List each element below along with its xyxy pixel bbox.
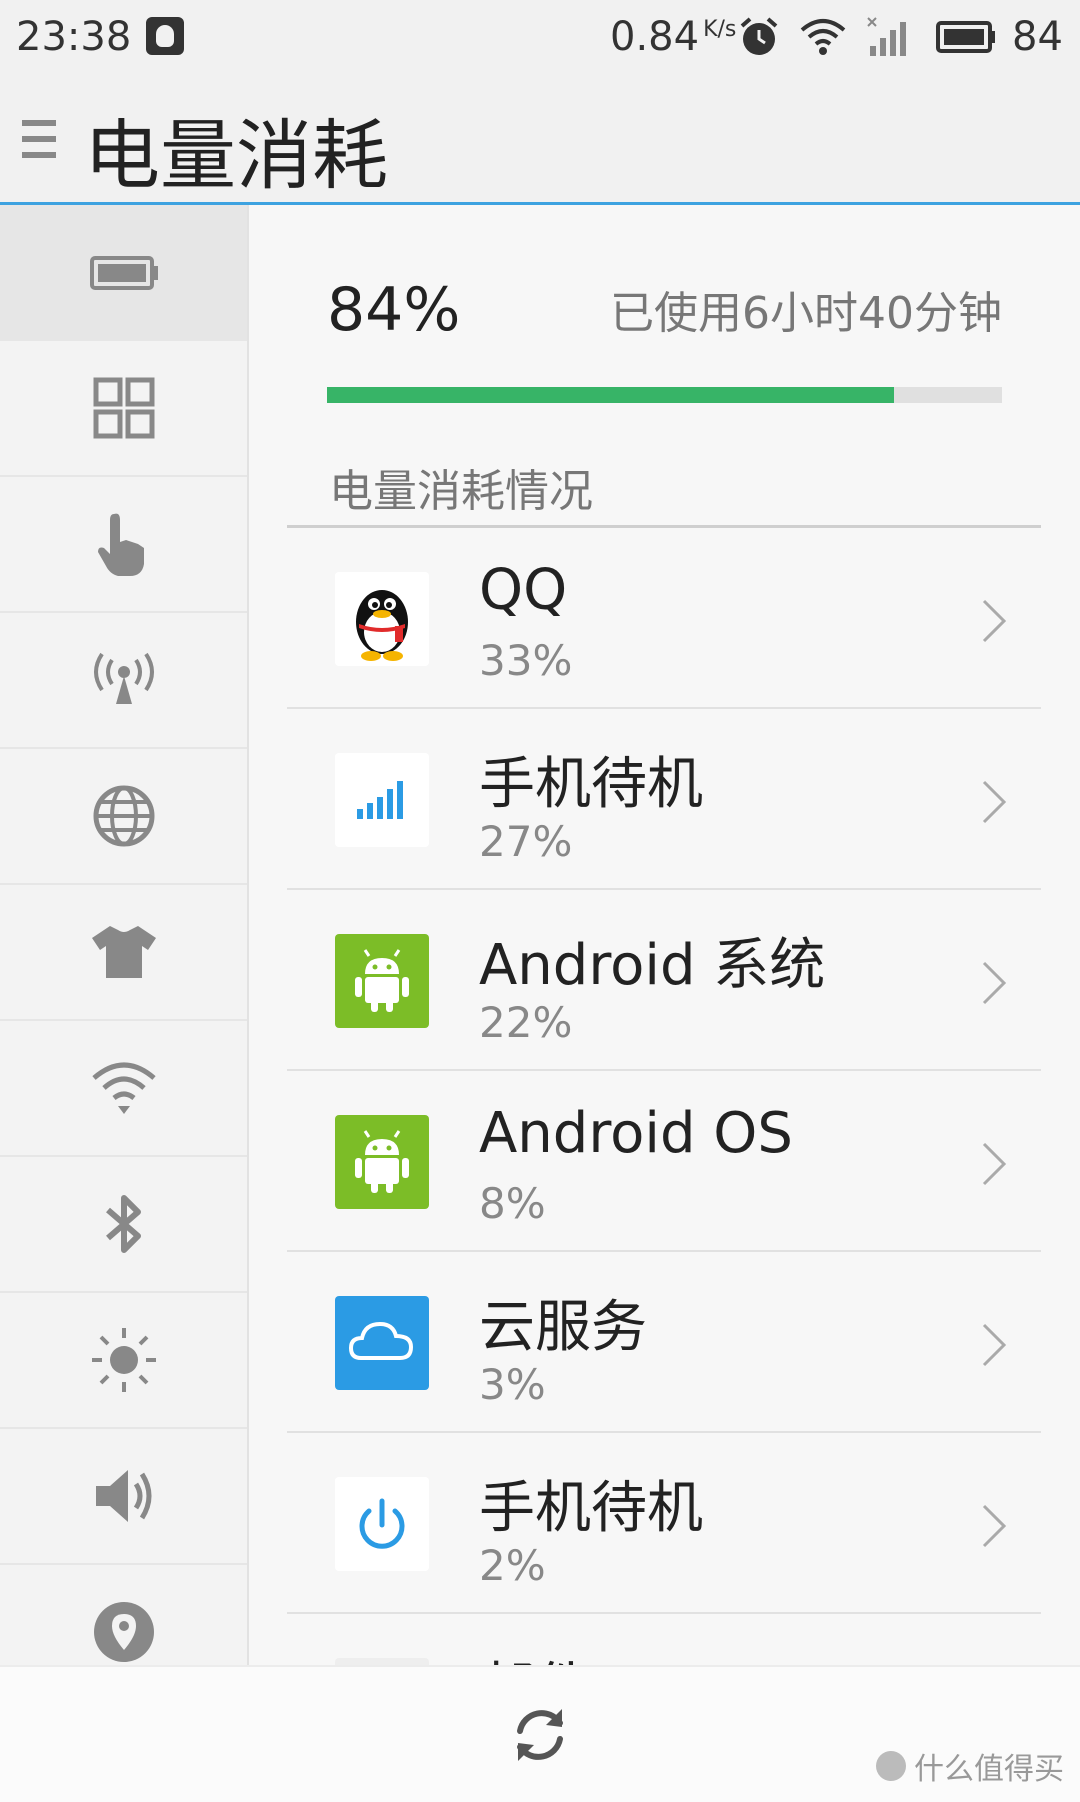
battery-level-text: 84 — [1012, 14, 1063, 60]
wifi-status-icon — [800, 19, 846, 55]
battery-percent: 84% — [327, 275, 461, 345]
list-item[interactable]: Android 系统 22% — [287, 890, 1041, 1071]
chevron-right-icon — [982, 1142, 1007, 1186]
battery-progress-bar — [327, 387, 1002, 403]
sidebar-item-theme[interactable] — [0, 885, 247, 1021]
app-percent: 33% — [479, 636, 573, 685]
chevron-right-icon — [982, 1323, 1007, 1367]
wifi-icon — [91, 1062, 156, 1114]
list-item[interactable]: QQ 33% — [287, 528, 1041, 709]
battery-status-icon — [936, 21, 995, 53]
page-title: 电量消耗 — [84, 111, 388, 200]
app-percent: 3% — [479, 1360, 546, 1409]
android-icon — [335, 934, 429, 1028]
sidebar-item-sound[interactable] — [0, 1429, 247, 1565]
location-icon — [93, 1602, 154, 1662]
bottom-bar: 什么值得买 — [0, 1665, 1080, 1802]
speed-unit: K/s — [703, 16, 737, 42]
battery-icon — [89, 256, 158, 290]
list-item[interactable]: Android OS 8% — [287, 1071, 1041, 1252]
theme-shirt-icon — [91, 926, 156, 978]
status-bar: 23:38 0.84 K/s 84 — [0, 0, 1080, 74]
app-percent: 22% — [479, 998, 573, 1047]
refresh-icon[interactable] — [506, 1701, 574, 1769]
title-bar: 电量消耗 — [0, 74, 1080, 205]
sidebar-item-hotspot[interactable] — [0, 613, 247, 749]
cloud-icon — [335, 1296, 429, 1390]
chevron-right-icon — [982, 599, 1007, 643]
sidebar-item-wifi[interactable] — [0, 1021, 247, 1157]
app-name: 手机待机 — [479, 1476, 703, 1541]
app-percent: 8% — [479, 1179, 546, 1228]
signal-bars-icon — [335, 753, 429, 847]
app-name: Android OS — [479, 1101, 793, 1166]
sidebar-item-bluetooth[interactable] — [0, 1157, 247, 1293]
list-item[interactable]: 手机待机 27% — [287, 709, 1041, 890]
sidebar-item-display[interactable] — [0, 1293, 247, 1429]
app-name: 手机待机 — [479, 752, 703, 817]
section-title: 电量消耗情况 — [329, 466, 593, 517]
status-time: 23:38 — [16, 14, 132, 60]
brightness-icon — [91, 1328, 156, 1392]
app-usage-list: QQ 33% 手机待机 27% Android 系统 22% Android O… — [287, 528, 1041, 1665]
menu-icon[interactable] — [22, 118, 56, 160]
qq-notification-icon — [146, 17, 184, 55]
globe-icon — [93, 785, 154, 847]
signal-icon — [867, 17, 906, 56]
app-name: QQ — [479, 558, 568, 623]
sidebar-item-apps[interactable] — [0, 341, 247, 477]
list-item[interactable]: 邮件 — [287, 1614, 1041, 1665]
mail-icon — [335, 1658, 429, 1665]
app-name: 云服务 — [479, 1295, 647, 1360]
sidebar-item-network[interactable] — [0, 749, 247, 885]
apps-grid-icon — [93, 377, 154, 439]
chevron-right-icon — [982, 780, 1007, 824]
touch-hand-icon — [97, 513, 144, 576]
alarm-icon — [740, 17, 778, 55]
app-name: Android 系统 — [479, 933, 826, 998]
list-item[interactable]: 手机待机 2% — [287, 1433, 1041, 1614]
chevron-right-icon — [982, 961, 1007, 1005]
settings-sidebar — [0, 205, 249, 1701]
app-name: 邮件 — [479, 1644, 591, 1665]
watermark-logo-icon — [876, 1751, 906, 1781]
hotspot-icon — [93, 652, 154, 704]
sidebar-item-gesture[interactable] — [0, 477, 247, 613]
app-percent: 27% — [479, 817, 573, 866]
usage-time: 已使用6小时40分钟 — [610, 288, 1002, 339]
volume-icon — [95, 1470, 151, 1522]
battery-usage-panel: 84% 已使用6小时40分钟 电量消耗情况 QQ 33% 手机待机 27% An… — [249, 205, 1080, 1665]
list-item[interactable]: 云服务 3% — [287, 1252, 1041, 1433]
network-speed: 0.84 K/s — [610, 14, 737, 60]
power-icon — [335, 1477, 429, 1571]
watermark: 什么值得买 — [876, 1744, 1064, 1788]
chevron-right-icon — [982, 1504, 1007, 1548]
app-percent: 2% — [479, 1541, 546, 1590]
sidebar-item-battery[interactable] — [0, 205, 247, 341]
bluetooth-icon — [105, 1195, 141, 1253]
android-icon — [335, 1115, 429, 1209]
qq-penguin-icon — [335, 572, 429, 666]
battery-progress-fill — [327, 387, 894, 403]
